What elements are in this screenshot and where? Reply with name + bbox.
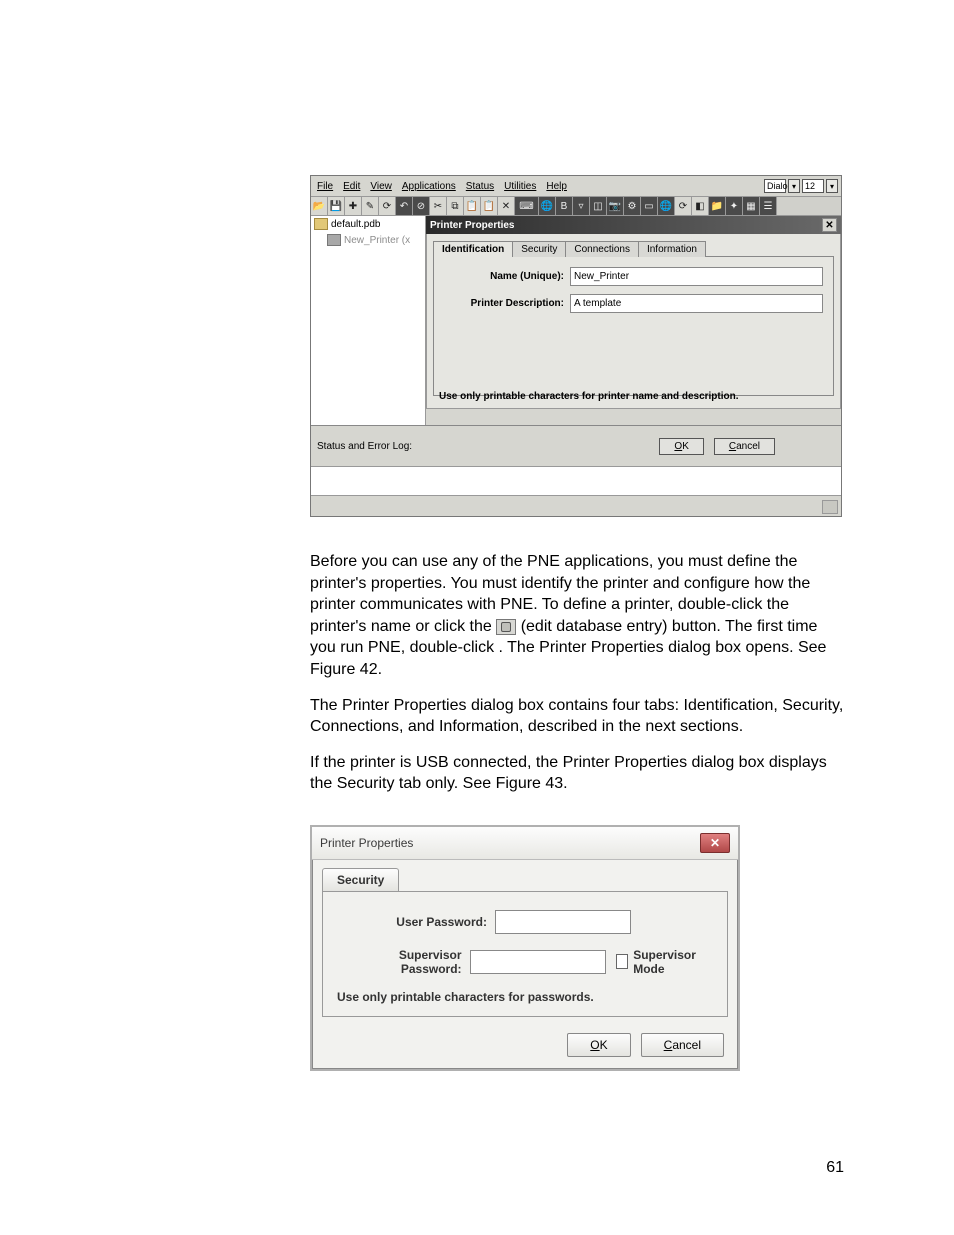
edit-database-entry-icon (496, 619, 516, 635)
tool-disk2-icon[interactable]: ◧ (692, 197, 709, 215)
user-password-label: User Password: (337, 915, 495, 929)
tool-folder-icon[interactable]: 📁 (709, 197, 726, 215)
body-text: Before you can use any of the PNE applic… (310, 551, 844, 795)
name-label: Name (Unique): (444, 271, 570, 282)
supervisor-password-input[interactable] (470, 950, 606, 974)
tool-delete-icon[interactable]: ✕ (498, 197, 515, 215)
tool-keyboard-icon[interactable]: ⌨ (515, 197, 539, 215)
toolbar: 📂 💾 ✚ ✎ ⟳ ↶ ⊘ ✂ ⧉ 📋 📋 ✕ ⌨ 🌐 B ▿ ◫ 📷 ⚙ ▭ … (311, 197, 841, 216)
close-icon[interactable]: ✕ (822, 218, 837, 232)
name-input[interactable] (570, 267, 823, 286)
ok-button[interactable]: OK (567, 1033, 630, 1057)
tool-refresh-icon[interactable]: ⟳ (379, 197, 396, 215)
menubar: File Edit View Applications Status Utili… (311, 176, 841, 197)
tool-save-icon[interactable]: 💾 (328, 197, 345, 215)
tool-new-icon[interactable]: ✚ (345, 197, 362, 215)
cancel-button[interactable]: Cancel (714, 438, 775, 455)
tool-cam-icon[interactable]: 📷 (607, 197, 624, 215)
menu-applications[interactable]: Applications (399, 181, 459, 192)
security-dialog: Printer Properties ✕ Security User Passw… (310, 825, 740, 1071)
status-label: Status and Error Log: (317, 441, 432, 452)
tab-security[interactable]: Security (512, 241, 566, 257)
tree-root[interactable]: default.pdb (311, 216, 425, 232)
tool-cube-icon[interactable]: ◫ (590, 197, 607, 215)
description-input[interactable] (570, 294, 823, 313)
app-screenshot: File Edit View Applications Status Utili… (310, 175, 842, 517)
tool-paste-icon[interactable]: 📋 (464, 197, 481, 215)
printer-icon (327, 234, 341, 246)
close-icon[interactable]: ✕ (700, 833, 730, 853)
tool-edit-db-icon[interactable]: ✎ (362, 197, 379, 215)
supervisor-password-label: Supervisor Password: (337, 948, 470, 976)
tool-undo-icon[interactable]: ↶ (396, 197, 413, 215)
tool-link-icon[interactable]: ⟳ (675, 197, 692, 215)
tool-grid-icon[interactable]: ▦ (743, 197, 760, 215)
menu-help[interactable]: Help (543, 181, 570, 192)
tool-paste2-icon[interactable]: 📋 (481, 197, 498, 215)
tool-open-icon[interactable]: 📂 (311, 197, 328, 215)
tree-item-new-printer[interactable]: New_Printer (x (311, 232, 425, 248)
printer-properties-dialog: Printer Properties ✕ Identification Secu… (426, 216, 841, 425)
tool-gear-icon[interactable]: ⚙ (624, 197, 641, 215)
supervisor-mode-checkbox[interactable] (616, 954, 629, 969)
password-hint: Use only printable characters for passwo… (337, 990, 713, 1004)
security-panel: User Password: Supervisor Password: Supe… (322, 891, 728, 1017)
tab-security[interactable]: Security (322, 868, 399, 891)
size-dropdown-icon[interactable]: ▾ (826, 179, 838, 193)
tool-globe2-icon[interactable]: 🌐 (658, 197, 675, 215)
security-dialog-title: Printer Properties (320, 836, 413, 850)
para3: If the printer is USB connected, the Pri… (310, 752, 844, 795)
font-dropdown-icon[interactable]: ▾ (788, 179, 800, 193)
page-number: 61 (826, 1159, 844, 1177)
tab-connections[interactable]: Connections (565, 241, 639, 257)
tool-screen-icon[interactable]: ▭ (641, 197, 658, 215)
tool-bold-icon[interactable]: B (556, 197, 573, 215)
tool-cut-icon[interactable]: ✂ (430, 197, 447, 215)
hint-text: Use only printable characters for printe… (439, 391, 739, 402)
tab-panel: Name (Unique): Printer Description: Use … (433, 256, 834, 396)
ok-button[interactable]: OK (659, 438, 703, 455)
dialog-title: Printer Properties (430, 220, 514, 231)
menu-file[interactable]: File (314, 181, 336, 192)
tree-item-label: New_Printer (x (344, 235, 410, 246)
font-select[interactable]: Dialog (764, 179, 786, 193)
supervisor-mode-label: Supervisor Mode (633, 948, 713, 976)
menu-view[interactable]: View (367, 181, 395, 192)
tree-pane: default.pdb New_Printer (x (311, 216, 426, 425)
user-password-input[interactable] (495, 910, 631, 934)
menu-utilities[interactable]: Utilities (501, 181, 539, 192)
tree-root-label: default.pdb (331, 219, 381, 230)
tool-copy-icon[interactable]: ⧉ (447, 197, 464, 215)
resize-grip-icon[interactable] (822, 500, 838, 514)
description-label: Printer Description: (444, 298, 570, 309)
tool-list-icon[interactable]: ☰ (760, 197, 777, 215)
tool-wand-icon[interactable]: ✦ (726, 197, 743, 215)
menu-status[interactable]: Status (463, 181, 497, 192)
cancel-button[interactable]: Cancel (641, 1033, 724, 1057)
tool-stop-icon[interactable]: ⊘ (413, 197, 430, 215)
size-select[interactable]: 12 (802, 179, 824, 193)
tab-identification[interactable]: Identification (433, 241, 513, 257)
para2: The Printer Properties dialog box contai… (310, 695, 844, 738)
tab-information[interactable]: Information (638, 241, 706, 257)
tool-filter-icon[interactable]: ▿ (573, 197, 590, 215)
status-row: Status and Error Log: OK Cancel (311, 425, 841, 466)
menu-edit[interactable]: Edit (340, 181, 363, 192)
tool-world-icon[interactable]: 🌐 (539, 197, 556, 215)
folder-icon (314, 218, 328, 230)
